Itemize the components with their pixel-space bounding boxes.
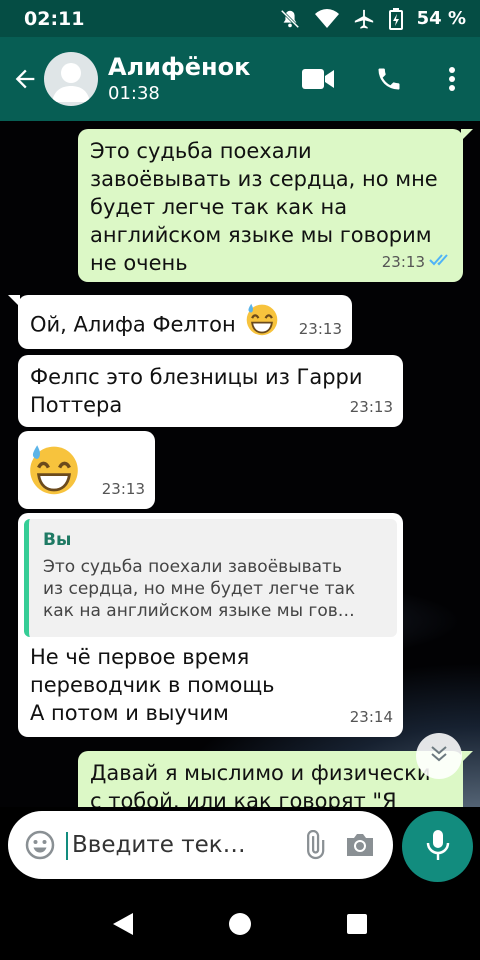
message-input[interactable]: Введите тек… (66, 832, 291, 860)
camera-icon[interactable] (337, 832, 383, 858)
message-outgoing[interactable]: Давай я мыслимо и физически с тобой, или… (78, 751, 473, 807)
quote-text: Это судьба поехали завоёвывать из сердца… (43, 557, 356, 621)
message-incoming[interactable]: Ой, Алифа Фелтон 23:13 (8, 295, 352, 349)
more-options-icon[interactable] (424, 66, 480, 92)
quote-author: Вы (43, 530, 72, 550)
message-text: Давай я мыслимо и физически с тобой, или… (90, 761, 431, 807)
attach-icon[interactable] (291, 830, 337, 860)
status-time: 02:11 (24, 7, 85, 30)
message-outgoing[interactable]: Это судьба поехали завоёвывать из сердца… (78, 129, 473, 282)
scroll-to-bottom-button[interactable] (416, 733, 462, 779)
message-time: 23:14 (349, 708, 393, 726)
voice-call-icon[interactable] (354, 65, 424, 93)
mic-button[interactable] (402, 811, 473, 882)
battery-charging-icon (388, 7, 403, 30)
mute-icon (279, 8, 301, 30)
home-circle-icon[interactable] (182, 912, 299, 936)
back-triangle-icon[interactable] (65, 912, 182, 936)
mic-icon (425, 829, 451, 865)
message-incoming[interactable]: 23:13 (18, 431, 155, 509)
status-bar: 02:11 54 % (0, 0, 480, 37)
system-nav-bar (0, 887, 480, 960)
message-time: 23:13 (349, 398, 393, 416)
composer-bar: Введите тек… (0, 807, 480, 887)
battery-percent: 54 % (416, 8, 466, 29)
message-time: 23:13 (101, 480, 145, 498)
recents-square-icon[interactable] (299, 913, 416, 935)
message-time: 23:13 (298, 320, 342, 338)
message-text: Фелпс это блезницы из Гарри Поттера (30, 365, 363, 417)
message-input-box[interactable]: Введите тек… (8, 811, 393, 879)
chat-area[interactable]: Это судьба поехали завоёвывать из сердца… (0, 121, 480, 807)
video-call-icon[interactable] (282, 68, 354, 90)
grinning-sweat-emoji (26, 441, 82, 504)
emoji-icon[interactable] (18, 829, 62, 861)
airplane-icon (353, 8, 375, 30)
avatar-icon[interactable] (44, 52, 98, 106)
quoted-message[interactable]: Вы Это судьба поехали завоёвывать из сер… (24, 519, 397, 637)
back-arrow-icon[interactable] (0, 37, 50, 121)
contact-name: Алифёнок (108, 53, 251, 81)
grinning-sweat-emoji (244, 301, 280, 344)
wifi-icon (314, 8, 339, 29)
double-check-icon (429, 248, 453, 276)
contact-status: 01:38 (108, 83, 160, 104)
message-text: Не чё первое время переводчик в помощь А… (30, 645, 275, 725)
message-incoming-reply[interactable]: Вы Это судьба поехали завоёвывать из сер… (18, 513, 403, 737)
message-incoming[interactable]: Фелпс это блезницы из Гарри Поттера 23:1… (18, 355, 403, 427)
message-text: Ой, Алифа Фелтон (30, 312, 236, 337)
message-time: 23:13 (381, 253, 425, 271)
double-chevron-down-icon (429, 744, 449, 768)
chat-header: Алифёнок 01:38 (0, 37, 480, 121)
contact-info[interactable]: Алифёнок 01:38 (108, 52, 282, 106)
